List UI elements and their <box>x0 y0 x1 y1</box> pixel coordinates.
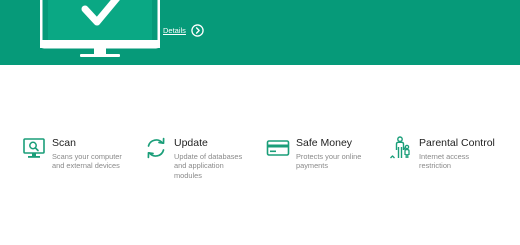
credit-card-icon <box>266 140 290 156</box>
family-icon <box>390 136 410 159</box>
scan-description: Scans your computer and external devices <box>52 152 122 171</box>
details-label: Details <box>163 26 186 35</box>
parental-control-tile[interactable]: Parental Control Internet access restric… <box>389 136 495 171</box>
safe-money-description: Protects your online payments <box>296 152 362 171</box>
details-link[interactable]: Details <box>163 24 204 37</box>
update-title: Update <box>174 137 208 149</box>
scan-title: Scan <box>52 137 76 149</box>
status-header: Details <box>0 0 520 65</box>
scan-monitor-icon <box>23 138 45 158</box>
update-arrows-icon <box>147 137 165 159</box>
scan-tile[interactable]: Scan Scans your computer and external de… <box>22 136 122 171</box>
update-tile[interactable]: Update Update of databases and applicati… <box>144 136 242 180</box>
parental-control-description: Internet access restriction <box>419 152 470 171</box>
safe-money-title: Safe Money <box>296 137 353 149</box>
safe-money-tile[interactable]: Safe Money Protects your online payments <box>266 136 361 171</box>
monitor-check-icon <box>40 0 160 57</box>
update-description: Update of databases and application modu… <box>174 152 243 180</box>
parental-control-title: Parental Control <box>419 137 495 149</box>
chevron-right-circle-icon <box>191 24 204 37</box>
